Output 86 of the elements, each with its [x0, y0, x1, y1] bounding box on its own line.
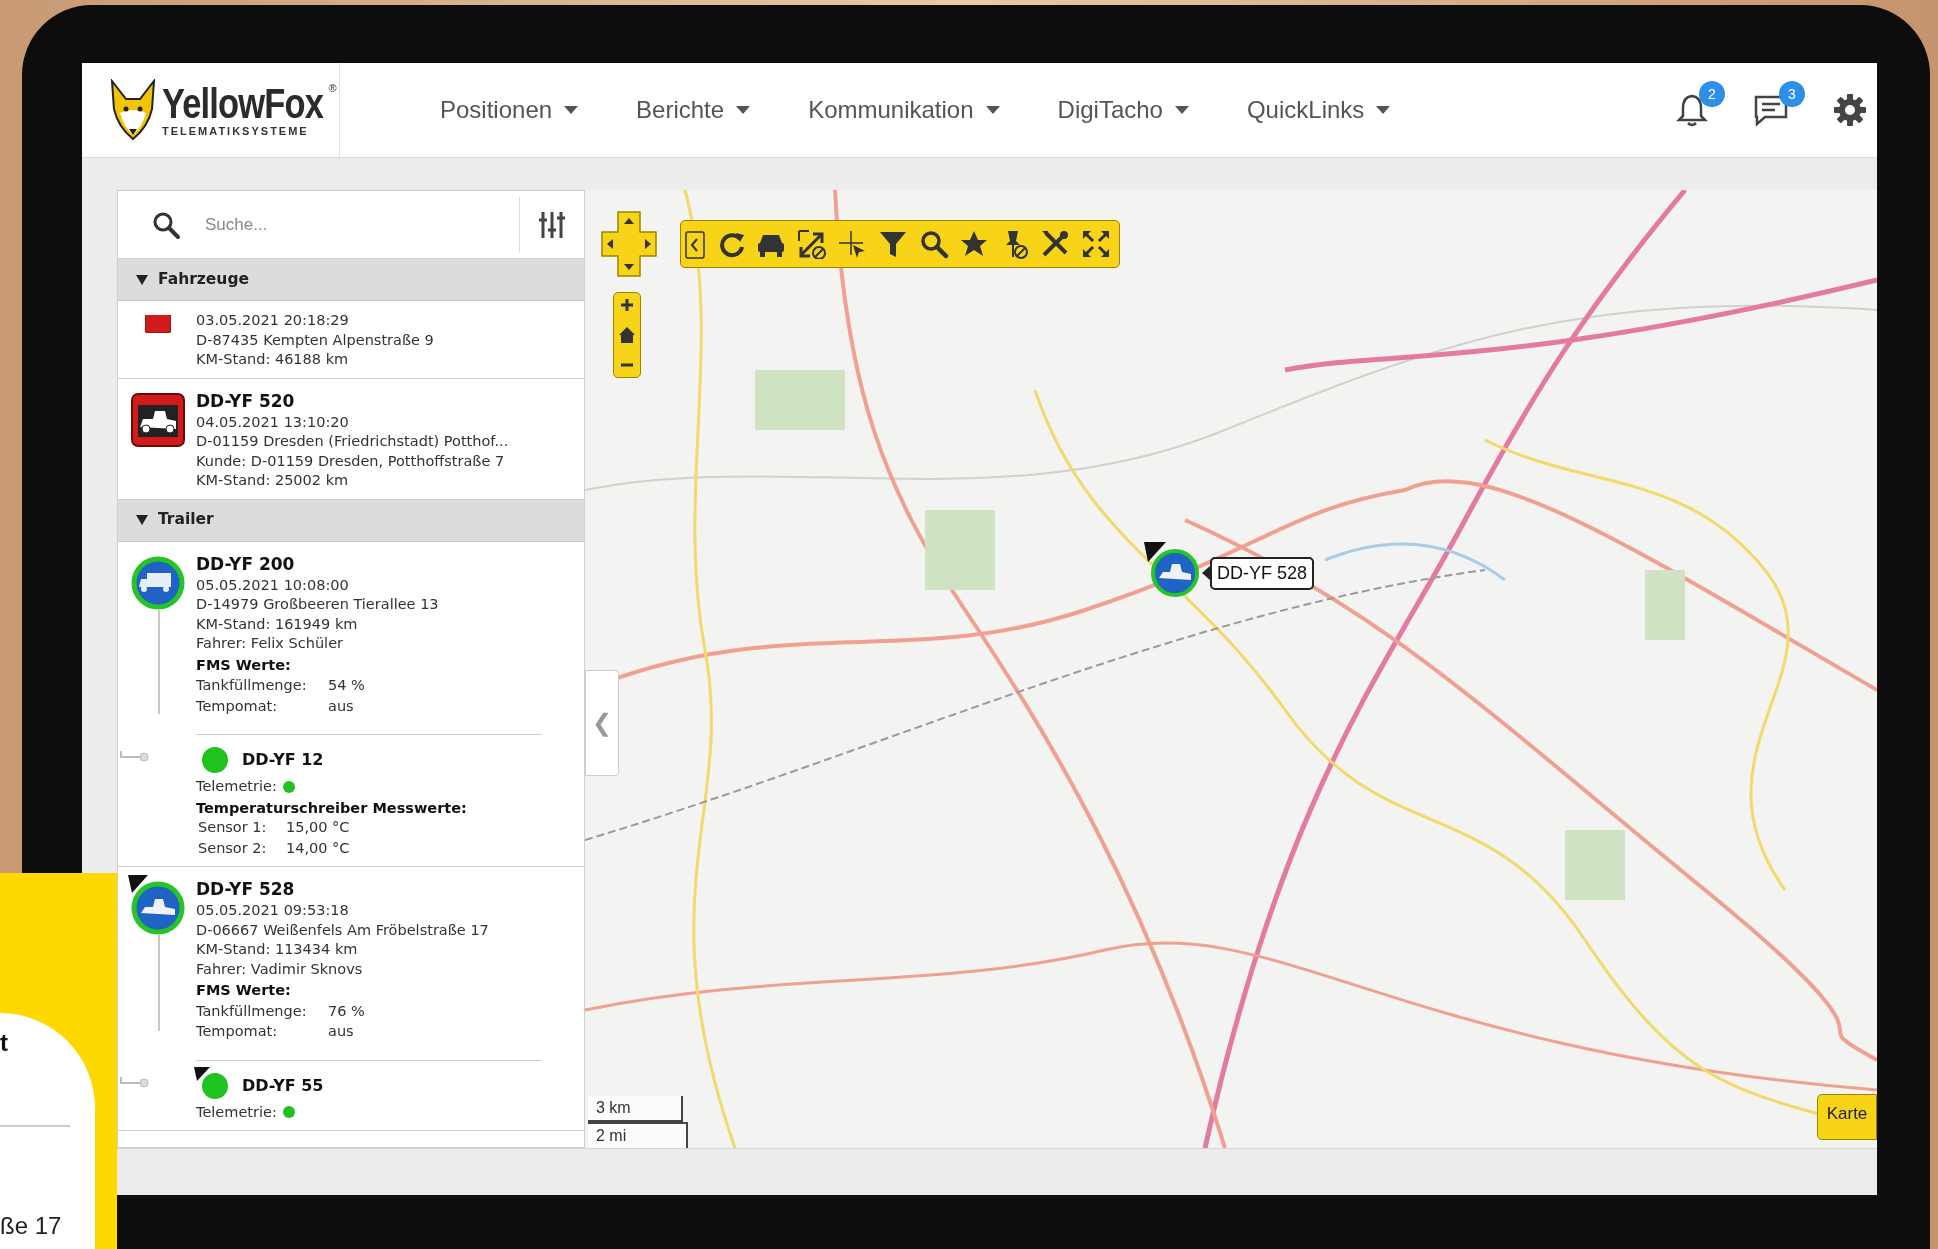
nav-menu[interactable]: Positionen	[440, 92, 579, 128]
filter-icon[interactable]	[877, 229, 908, 259]
collapse-triangle-icon	[136, 274, 148, 285]
vehicle-detail: Fahrer: Felix Schüler	[196, 634, 345, 653]
group-header[interactable]: Fahrzeuge	[118, 259, 584, 301]
vehicle-detail: KM-Stand: 161949 km	[196, 614, 359, 634]
notification-badge: 3	[1779, 81, 1805, 107]
section-title: FMS Werte:	[196, 981, 292, 1000]
vehicle-detail: KM-Stand: 113434 km	[196, 940, 359, 959]
vehicle-name: DD-YF 528	[196, 878, 296, 901]
trailer-name: DD-YF 12	[242, 750, 324, 770]
vehicle-detail: D-87435 Kempten Alpenstraße 9	[196, 330, 435, 350]
field-value: 76 %	[328, 1001, 366, 1021]
nav-menu[interactable]: DigiTacho	[1057, 92, 1189, 128]
field-value: aus	[328, 696, 355, 716]
vehicle-detail: KM-Stand: 25002 km	[196, 471, 350, 490]
trailer-name: DD-YF 55	[242, 1075, 324, 1096]
caret-icon	[985, 106, 1000, 114]
vehicle-name: DD-YF 520	[196, 389, 296, 413]
logo-wordmark: YellowFox	[162, 83, 324, 125]
vehicle-detail: D-06667 Weißenfels Am Fröbelstraße 17	[196, 920, 490, 940]
field-label: Tempomat:	[196, 696, 279, 716]
field-label: Telemetrie:	[196, 777, 277, 796]
vehicle-marker[interactable]	[1150, 548, 1200, 598]
tools-icon[interactable]	[1040, 229, 1071, 259]
collapse-icon[interactable]	[685, 229, 705, 259]
search-icon[interactable]	[918, 229, 949, 259]
search-field[interactable]: Suche...	[205, 204, 455, 245]
logo-tagline: TELEMATIKSYSTEME	[162, 126, 310, 137]
vehicle-detail: 03.05.2021 20:18:29	[196, 311, 350, 330]
vehicle-detail: 04.05.2021 13:10:20	[196, 412, 350, 432]
pan-control[interactable]	[600, 210, 658, 278]
vehicle-detail: D-01159 Dresden (Friedrichstadt) Potthof...	[196, 432, 510, 451]
vehicle-status-icon	[145, 315, 171, 333]
map-layer-button[interactable]: Karte	[1817, 1094, 1877, 1140]
fox-logo-icon	[108, 79, 158, 141]
vehicle-detail: 05.05.2021 10:08:00	[196, 575, 350, 595]
field-value: 15,00 °C	[286, 818, 351, 837]
vehicle-name: DD-YF 200	[196, 552, 296, 576]
field-value: 14,00 °C	[286, 838, 351, 858]
field-label: Tempomat:	[196, 1022, 279, 1041]
marker-label: DD-YF 528	[1210, 556, 1315, 590]
scale-bar: 3 km	[588, 1096, 683, 1122]
section-title: Temperaturschreiber Messwerte:	[196, 798, 468, 818]
field-label: Sensor 2:	[198, 838, 268, 858]
group-header[interactable]: Trailer	[118, 499, 584, 542]
caret-icon	[564, 106, 579, 114]
nav-menu[interactable]: Kommunikation	[808, 92, 1000, 128]
filter-settings-icon[interactable]	[538, 209, 566, 240]
vehicle-detail: Kunde: D-01159 Dresden, Potthoffstraße 7	[196, 451, 506, 471]
tractor-icon	[131, 392, 185, 447]
field-value: 54 %	[328, 676, 366, 695]
zoom-in-icon[interactable]	[620, 298, 634, 312]
notification-badge: 2	[1699, 81, 1725, 107]
truck-icon	[131, 555, 185, 610]
scale-bar: 2 mi	[588, 1122, 688, 1148]
caret-icon	[736, 106, 751, 114]
map-placeholder[interactable]: ❮ DD-YF 528 3 km 2 mi Karte	[585, 190, 1877, 1148]
section-title: FMS Werte:	[196, 655, 292, 675]
fullscreen-icon[interactable]	[1080, 229, 1111, 259]
registered-mark: ®	[328, 83, 337, 94]
vehicle-detail: Fahrer: Vadimir Sknovs	[196, 959, 364, 979]
messages-icon[interactable]	[1753, 93, 1789, 127]
caret-icon	[1174, 106, 1189, 114]
pointer-icon	[1202, 566, 1210, 580]
caret-icon	[1376, 106, 1391, 114]
nav-menu[interactable]: Berichte	[636, 92, 751, 128]
vehicle-detail: KM-Stand: 46188 km	[196, 350, 350, 369]
field-label: Telemetrie:	[196, 1102, 277, 1122]
notifications-icon[interactable]	[1675, 93, 1709, 127]
connector-line	[120, 1076, 150, 1089]
card-text: t	[0, 1028, 8, 1058]
field-label: Tankfüllmenge:	[196, 676, 308, 695]
field-label: Tankfüllmenge:	[196, 1001, 308, 1021]
collapse-triangle-icon	[136, 515, 148, 525]
field-value: aus	[328, 1022, 355, 1041]
settings-icon[interactable]	[1833, 93, 1867, 127]
home-icon[interactable]	[618, 326, 636, 344]
vehicle-detail: 05.05.2021 09:53:18	[196, 901, 350, 920]
vehicle-icon	[131, 881, 185, 935]
resize-blocked-icon[interactable]	[796, 229, 827, 259]
vehicle-detail: D-14979 Großbeeren Tierallee 13	[196, 595, 440, 614]
field-label: Sensor 1:	[198, 818, 268, 837]
nav-menu[interactable]: QuickLinks	[1246, 92, 1391, 128]
connector-line	[120, 751, 150, 763]
card-text: ße 17	[0, 1211, 62, 1241]
